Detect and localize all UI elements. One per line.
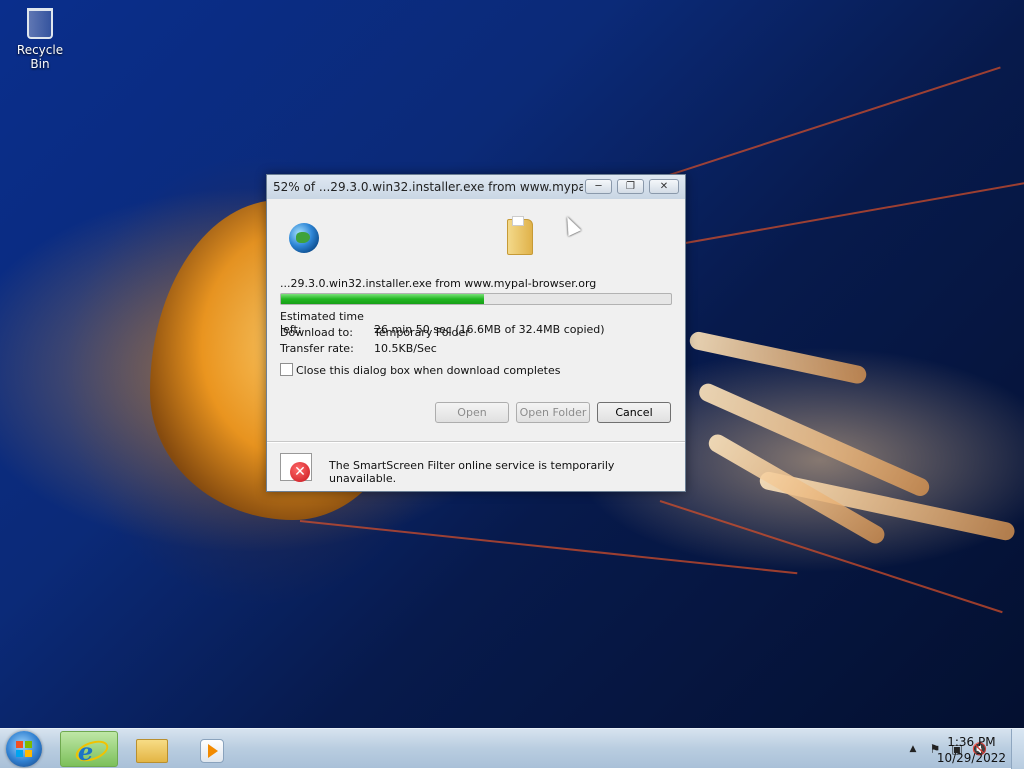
open-button[interactable]: Open (435, 402, 509, 423)
open-folder-button[interactable]: Open Folder (516, 402, 590, 423)
wallpaper-tentacle (299, 520, 798, 575)
dialog-titlebar[interactable]: 52% of ...29.3.0.win32.installer.exe fro… (267, 175, 685, 199)
smartscreen-message: The SmartScreen Filter online service is… (329, 459, 615, 485)
internet-explorer-icon: e (78, 737, 94, 766)
windows-logo-icon (16, 741, 32, 757)
media-player-icon (200, 739, 224, 763)
download-progress-fill (281, 294, 484, 304)
start-button[interactable] (6, 731, 42, 767)
transfer-rate-row: Transfer rate: 10.5KB/Sec (280, 342, 437, 355)
restore-button[interactable]: ❐ (617, 179, 644, 194)
desktop-icon-recycle-bin[interactable]: Recycle Bin (6, 6, 74, 71)
smartscreen-error-icon: ✕ (280, 453, 312, 482)
recycle-bin-label: Recycle Bin (16, 43, 64, 71)
download-filename: ...29.3.0.win32.installer.exe from www.m… (280, 277, 597, 290)
cancel-button[interactable]: Cancel (597, 402, 671, 423)
dialog-title: 52% of ...29.3.0.win32.installer.exe fro… (273, 180, 583, 194)
close-on-complete-label: Close this dialog box when download comp… (296, 364, 561, 377)
clock-date: 10/29/2022 (936, 751, 1006, 765)
windows-explorer-icon (136, 739, 168, 763)
dialog-separator (267, 441, 685, 443)
taskbar-windows-explorer[interactable] (122, 731, 180, 767)
folder-icon (507, 216, 533, 255)
close-on-complete-checkbox[interactable]: Close this dialog box when download comp… (280, 363, 560, 377)
transfer-rate-value: 10.5KB/Sec (374, 342, 437, 355)
wallpaper-tentacle (639, 182, 1024, 252)
taskbar-clock[interactable]: 1:36 PM 10/29/2022 (937, 734, 1006, 766)
taskbar-media-player[interactable] (182, 731, 240, 767)
download-to-value: Temporary Folder (374, 326, 470, 339)
download-to-label: Download to: (280, 326, 353, 339)
wallpaper-frill (688, 330, 868, 386)
download-dialog: 52% of ...29.3.0.win32.installer.exe fro… (266, 174, 686, 492)
show-hidden-icons-icon[interactable]: ▲ (906, 742, 920, 756)
taskbar: e ▲ ⚑ ▣ 🔇 1:36 PM 10/29/2022 (0, 728, 1024, 769)
recycle-bin-icon (27, 8, 53, 39)
clock-time: 1:36 PM (947, 735, 996, 749)
wallpaper-frill (705, 431, 888, 547)
checkbox-box[interactable] (280, 363, 293, 376)
download-progress-bar (280, 293, 672, 305)
download-to-row: Download to: Temporary Folder (280, 326, 470, 339)
minimize-button[interactable]: ─ (585, 179, 612, 194)
show-desktop-button[interactable] (1011, 729, 1024, 769)
close-button[interactable]: ✕ (649, 179, 679, 194)
transfer-rate-label: Transfer rate: (280, 342, 354, 355)
taskbar-internet-explorer[interactable]: e (60, 731, 118, 767)
globe-icon (289, 223, 319, 253)
